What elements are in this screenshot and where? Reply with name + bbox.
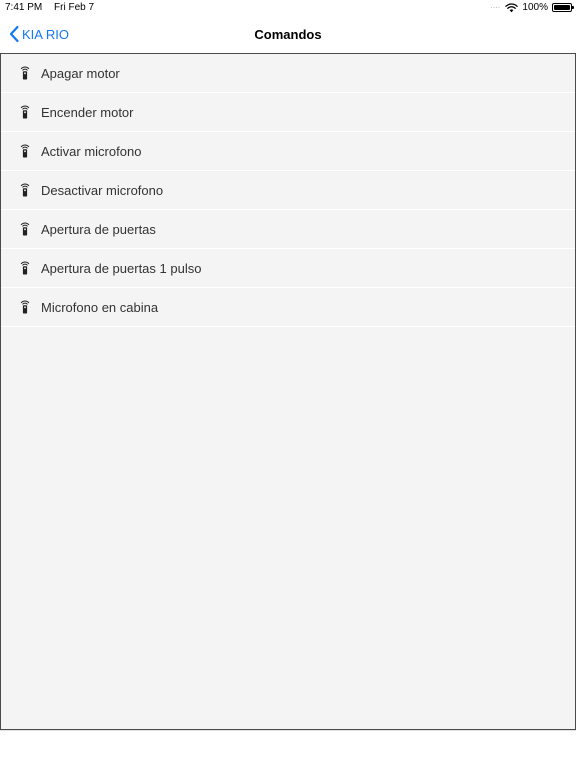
command-label: Microfono en cabina (41, 299, 159, 315)
status-time: 7:41 PM (5, 2, 43, 13)
command-label: Activar microfono (41, 143, 142, 159)
cellular-signal-icon: .... (490, 3, 501, 10)
command-row-3[interactable]: Activar microfono (1, 132, 575, 171)
battery-percentage: 100% (522, 2, 548, 13)
bottom-bar (0, 730, 576, 768)
page-title: Comandos (254, 27, 322, 42)
navigation-bar: KIA RIO Comandos (0, 16, 576, 53)
command-label: Desactivar microfono (41, 182, 164, 198)
battery-fill (554, 5, 570, 10)
command-label: Apagar motor (41, 65, 120, 81)
status-left: 7:41 PM Fri Feb 7 (5, 2, 94, 13)
battery-icon (552, 3, 574, 12)
remote-control-icon (20, 222, 30, 236)
command-label: Apertura de puertas 1 pulso (41, 260, 202, 276)
command-row-7[interactable]: Microfono en cabina (1, 288, 575, 327)
status-date: Fri Feb 7 (54, 2, 95, 13)
command-row-1[interactable]: Apagar motor (1, 54, 575, 93)
command-row-2[interactable]: Encender motor (1, 93, 575, 132)
remote-control-icon (20, 105, 30, 119)
remote-control-icon (20, 261, 30, 275)
command-row-6[interactable]: Apertura de puertas 1 pulso (1, 249, 575, 288)
command-row-5[interactable]: Apertura de puertas (1, 210, 575, 249)
command-row-4[interactable]: Desactivar microfono (1, 171, 575, 210)
remote-control-icon (20, 66, 30, 80)
wifi-icon (505, 2, 519, 12)
command-label: Apertura de puertas (41, 221, 156, 237)
remote-control-icon (20, 144, 30, 158)
status-bar: 7:41 PM Fri Feb 7 .... 100% (0, 0, 576, 16)
remote-control-icon (20, 183, 30, 197)
command-rows: Apagar motor Encender motor Activar micr… (1, 54, 575, 327)
command-label: Encender motor (41, 104, 134, 120)
commands-list[interactable]: Apagar motor Encender motor Activar micr… (0, 53, 576, 730)
status-right: .... 100% (490, 2, 574, 13)
remote-control-icon (20, 300, 30, 314)
